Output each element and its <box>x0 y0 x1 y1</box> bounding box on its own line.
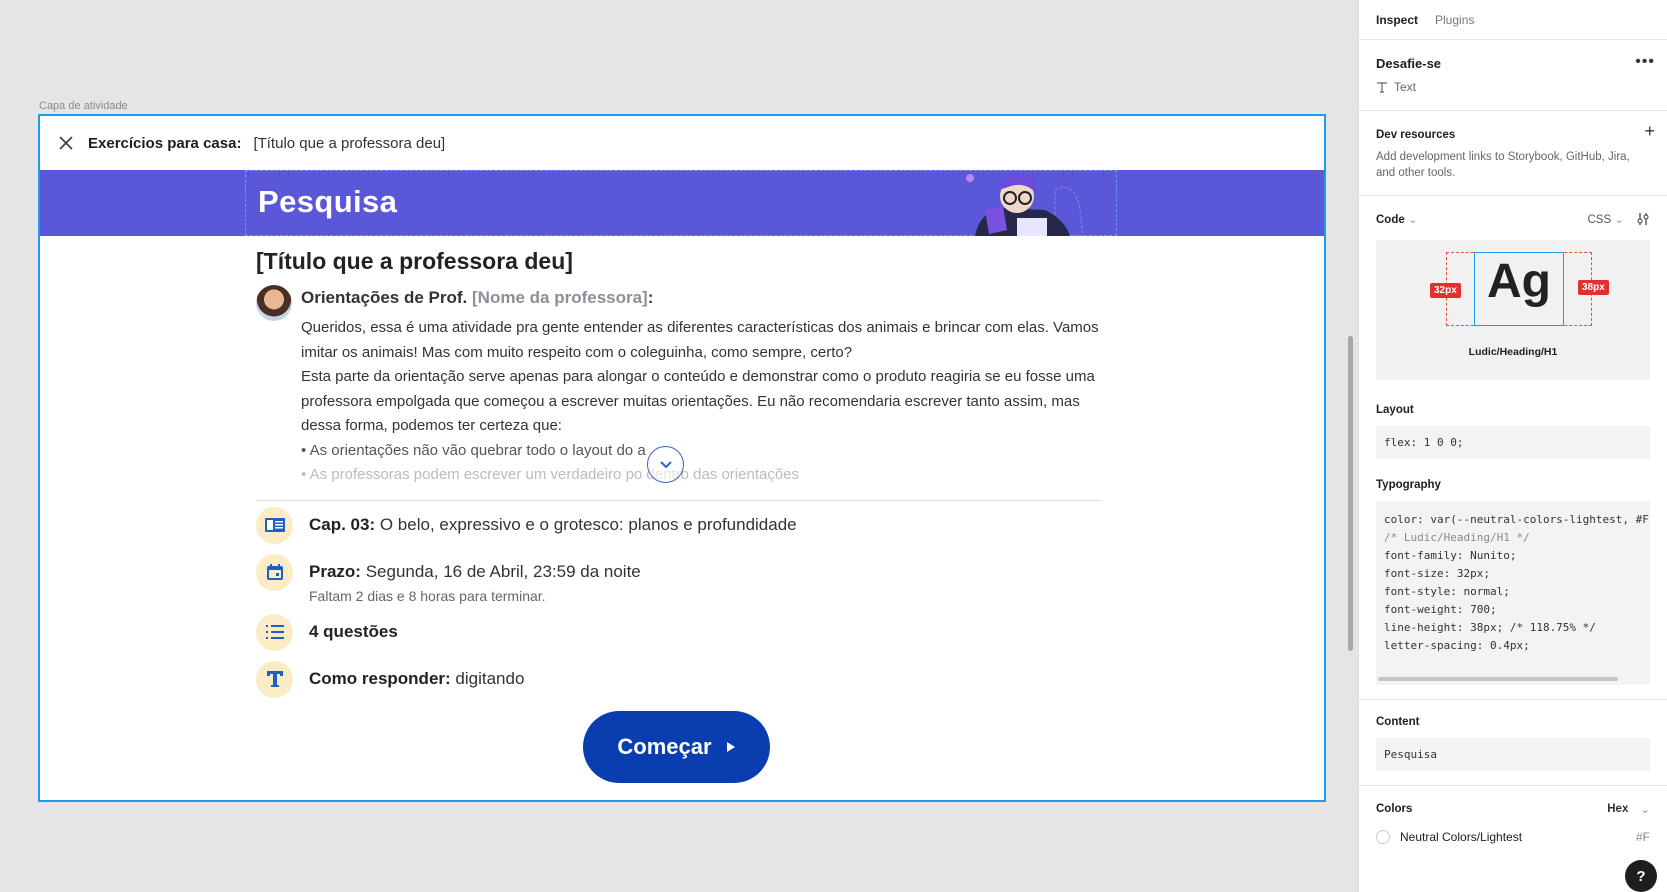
layout-code[interactable]: flex: 1 0 0; <box>1376 426 1650 459</box>
color-swatch <box>1376 830 1390 844</box>
questions-count: 4 questões <box>309 621 398 641</box>
layout-section: Layout flex: 1 0 0; <box>1359 394 1667 473</box>
answer-mode-row: Como responder: digitando <box>256 660 1102 698</box>
colors-section: Colors Hex ⌄ Neutral Colors/Lightest #F <box>1359 786 1667 858</box>
code-language-select[interactable]: CSS ⌄ <box>1588 212 1625 226</box>
teacher-name: [Nome da professora] <box>472 288 648 307</box>
expand-orientation-button[interactable] <box>647 446 684 483</box>
code-line: font-family: Nunito; <box>1384 549 1517 562</box>
help-button[interactable]: ? <box>1625 860 1657 892</box>
code-comment: /* Ludic/Heading/H1 */ <box>1384 531 1530 544</box>
text-icon <box>1377 82 1387 93</box>
questions-row: 4 questões <box>256 613 1102 651</box>
play-icon <box>726 742 735 752</box>
dev-resources-title: Dev resources <box>1376 129 1456 141</box>
left-spacing-badge: 32px <box>1430 283 1461 298</box>
orientation-text-2: Esta parte da orientação serve apenas pa… <box>301 368 1095 434</box>
activity-title: [Título que a professora deu] <box>256 248 573 274</box>
activity-topbar: Exercícios para casa: [Título que a prof… <box>40 116 1324 170</box>
settings-sliders-icon[interactable] <box>1636 212 1650 226</box>
chevron-down-icon <box>659 460 672 468</box>
typography-title: Typography <box>1376 479 1441 491</box>
canvas-scrollbar[interactable] <box>1348 336 1353 651</box>
answer-label: Como responder: <box>309 668 451 688</box>
orientation-bullet: • As orientações não vão quebrar todo o … <box>301 441 646 459</box>
code-line: font-weight: 700; <box>1384 603 1497 616</box>
banner-heading[interactable]: Pesquisa <box>258 184 397 220</box>
selection-type: Text <box>1376 80 1650 94</box>
text-style-name: Ludic/Heading/H1 <box>1468 346 1558 358</box>
student-illustration-icon <box>966 173 1084 236</box>
code-line: line-height: 38px; /* 118.75% */ <box>1384 621 1596 634</box>
divider <box>256 499 1102 501</box>
list-icon <box>256 613 293 651</box>
start-button-label: Começar <box>617 734 712 759</box>
code-line: color: var(--neutral-colors-lightest, #F <box>1384 513 1649 526</box>
start-button[interactable]: Começar <box>583 711 770 783</box>
deadline-row: Prazo: Segunda, 16 de Abril, 23:59 da no… <box>256 553 1102 604</box>
color-name: Neutral Colors/Lightest <box>1400 830 1523 844</box>
content-section: Content Pesquisa <box>1359 700 1667 786</box>
inspect-panel: Inspect Plugins Desafie-se ••• Text Dev … <box>1358 0 1667 892</box>
deadline-remaining: Faltam 2 dias e 8 horas para terminar. <box>309 587 546 604</box>
deadline-label: Prazo: <box>309 561 361 581</box>
text-type-icon <box>256 660 293 698</box>
typography-code[interactable]: color: var(--neutral-colors-lightest, #F… <box>1376 501 1650 685</box>
code-section: Code ⌄ CSS ⌄ Ag 32px 38px Ludic/Heading/… <box>1359 196 1667 394</box>
chapter-label: Cap. 03: <box>309 514 376 534</box>
topbar-title: [Título que a professora deu] <box>253 134 446 152</box>
code-horizontal-scrollbar[interactable] <box>1378 677 1618 681</box>
panel-tabs: Inspect Plugins <box>1359 0 1667 40</box>
tab-plugins[interactable]: Plugins <box>1435 13 1474 27</box>
calendar-icon <box>256 553 293 591</box>
typography-section: Typography color: var(--neutral-colors-l… <box>1359 473 1667 700</box>
book-icon <box>256 506 293 544</box>
code-line: font-size: 32px; <box>1384 567 1490 580</box>
deadline-value: Segunda, 16 de Abril, 23:59 da noite <box>360 561 641 581</box>
preview-glyphs: Ag <box>1487 255 1551 308</box>
dev-resources-description: Add development links to Storybook, GitH… <box>1376 151 1630 179</box>
orientation-suffix: : <box>647 288 654 307</box>
color-item[interactable]: Neutral Colors/Lightest #F <box>1376 830 1650 844</box>
chapter-row: Cap. 03: O belo, expressivo e o grotesco… <box>256 506 1102 544</box>
orientation-heading: Orientações de Prof. [Nome da professora… <box>301 288 1102 308</box>
selection-type-label: Text <box>1394 80 1417 94</box>
topbar-label: Exercícios para casa: <box>88 134 242 152</box>
chapter-value: O belo, expressivo e o grotesco: planos … <box>375 514 797 534</box>
avatar <box>256 285 292 321</box>
content-value[interactable]: Pesquisa <box>1376 738 1650 771</box>
orientation-bullet: • As professoras podem escrever um verda… <box>301 466 800 483</box>
selection-section: Desafie-se ••• Text <box>1359 40 1667 111</box>
orientation-prefix: Orientações de Prof. <box>301 288 468 307</box>
dev-resources-section: Dev resources + Add development links to… <box>1359 111 1667 196</box>
banner: Pesquisa <box>40 170 1324 236</box>
color-format-select[interactable]: Hex ⌄ <box>1607 802 1650 816</box>
layout-title: Layout <box>1376 404 1414 416</box>
typography-preview: Ag 32px 38px Ludic/Heading/H1 <box>1376 240 1650 380</box>
add-resource-icon[interactable]: + <box>1644 121 1655 142</box>
colors-title: Colors <box>1376 803 1413 815</box>
answer-value: digitando <box>450 668 525 688</box>
more-options-icon[interactable]: ••• <box>1635 53 1655 71</box>
close-icon[interactable] <box>58 135 74 151</box>
right-spacing-badge: 38px <box>1578 280 1609 295</box>
tab-inspect[interactable]: Inspect <box>1376 13 1418 27</box>
orientation-text: Queridos, essa é uma atividade pra gente… <box>301 319 1099 361</box>
code-title[interactable]: Code ⌄ <box>1376 212 1418 226</box>
frame-label[interactable]: Capa de atividade <box>39 100 128 112</box>
content-title: Content <box>1376 716 1420 728</box>
selection-name: Desafie-se <box>1376 56 1442 71</box>
color-value: #F <box>1635 830 1650 844</box>
code-line: letter-spacing: 0.4px; <box>1384 639 1530 652</box>
code-line: font-style: normal; <box>1384 585 1510 598</box>
